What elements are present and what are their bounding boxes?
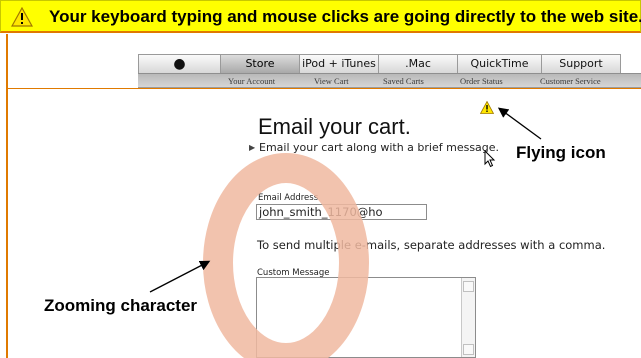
flying-icon-annotation: Flying icon	[516, 143, 606, 162]
tab-label: iPod + iTunes	[302, 57, 376, 70]
tab-support[interactable]: Support	[541, 54, 621, 73]
scroll-up-arrow[interactable]	[463, 281, 474, 292]
flying-warning-icon	[480, 101, 494, 114]
zooming-character-annotation: Zooming character	[44, 296, 198, 315]
subnav-order-status[interactable]: Order Status	[460, 76, 503, 86]
email-label: Email Address	[258, 193, 319, 203]
mouse-cursor-icon	[484, 150, 496, 168]
scroll-down-arrow[interactable]	[463, 344, 474, 355]
page-title: Email your cart.	[258, 114, 411, 139]
tab-label: Support	[559, 57, 603, 70]
subnav-saved-carts[interactable]: Saved Carts	[383, 76, 424, 86]
top-nav-tabs: ● Store iPod + iTunes .Mac QuickTime Sup…	[138, 54, 641, 73]
tab-ipod-itunes[interactable]: iPod + iTunes	[299, 54, 379, 73]
subnav-your-account[interactable]: Your Account	[228, 76, 275, 86]
bullet-icon: ▶	[249, 143, 256, 152]
frame-divider	[8, 88, 641, 89]
sub-nav-bar: Your Account View Cart Saved Carts Order…	[138, 73, 641, 88]
subnav-view-cart[interactable]: View Cart	[314, 76, 349, 86]
apple-icon: ●	[173, 56, 186, 72]
tab-mac[interactable]: .Mac	[378, 54, 458, 73]
tab-label: QuickTime	[470, 57, 529, 70]
multi-email-note: To send multiple e-mails, separate addre…	[257, 238, 606, 252]
warning-banner: Your keyboard typing and mouse clicks ar…	[0, 0, 641, 33]
banner-message: Your keyboard typing and mouse clicks ar…	[49, 7, 641, 26]
message-scrollbar[interactable]	[461, 278, 475, 357]
subnav-customer-service[interactable]: Customer Service	[540, 76, 601, 86]
tab-label: .Mac	[405, 57, 431, 70]
tab-label: Store	[245, 57, 275, 70]
tab-store[interactable]: Store	[220, 54, 300, 73]
email-field[interactable]: john_smith_1170@ho	[256, 204, 427, 220]
warning-icon	[11, 7, 33, 27]
tab-apple[interactable]: ●	[138, 54, 221, 73]
tab-quicktime[interactable]: QuickTime	[457, 54, 542, 73]
custom-message-field[interactable]	[256, 277, 476, 358]
page-subtitle: Email your cart along with a brief messa…	[259, 141, 500, 154]
